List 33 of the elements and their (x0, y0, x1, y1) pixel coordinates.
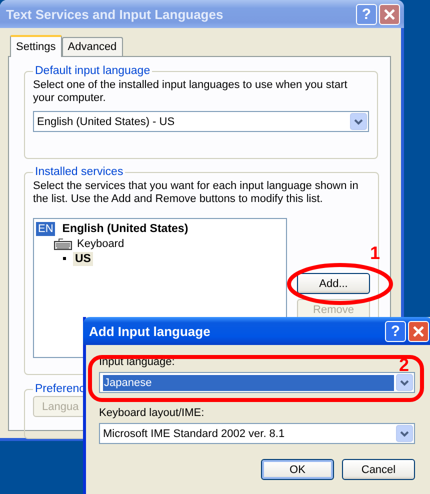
close-icon (383, 8, 396, 20)
chevron-icon[interactable] (396, 374, 413, 391)
language-dropdown[interactable]: English (United States) - US (33, 111, 369, 132)
tree-item[interactable]: English (United States) (60, 222, 190, 236)
close-button[interactable] (408, 320, 429, 342)
group-heading: Default input language (34, 65, 152, 77)
bullet-icon (63, 257, 66, 260)
tab[interactable]: Settings (10, 35, 62, 57)
action-button[interactable]: Add... (297, 273, 370, 294)
input-language-dropdown[interactable]: Japanese (99, 372, 415, 393)
keyboard-icon (54, 238, 72, 250)
dialog-button[interactable]: OK (261, 459, 334, 480)
field-label: Input language: (99, 356, 175, 369)
language-badge: EN (36, 222, 56, 236)
description-text: Select one of the installed input languages to use when you start your computer. (33, 79, 348, 105)
tree-item[interactable]: US (73, 252, 93, 266)
annotation-number: 2 (399, 356, 410, 374)
dialog-button[interactable]: Cancel (342, 459, 415, 480)
chevron-icon[interactable] (396, 425, 413, 442)
field-label: Keyboard layout/IME: (99, 407, 204, 420)
annotation-number: 1 (370, 244, 380, 262)
window-title: Text Services and Input Languages (6, 6, 224, 22)
help-button[interactable]: ? (385, 320, 406, 342)
chevron-icon[interactable] (350, 113, 367, 130)
tab[interactable]: Advanced (62, 37, 123, 56)
close-icon (412, 324, 425, 338)
description-text: Select the services that you want for each input language shown in the list. Use the Add and Remove buttons to modify this list. (33, 180, 360, 206)
close-button[interactable] (379, 4, 400, 24)
group-heading: Preferenc (34, 383, 86, 395)
keyboard-layout-dropdown[interactable]: Microsoft IME Standard 2002 ver. 8.1 (99, 423, 415, 444)
group-heading: Installed services (34, 166, 124, 178)
dialog-title: Add Input language (89, 324, 212, 338)
tree-item[interactable]: Keyboard (75, 236, 126, 250)
